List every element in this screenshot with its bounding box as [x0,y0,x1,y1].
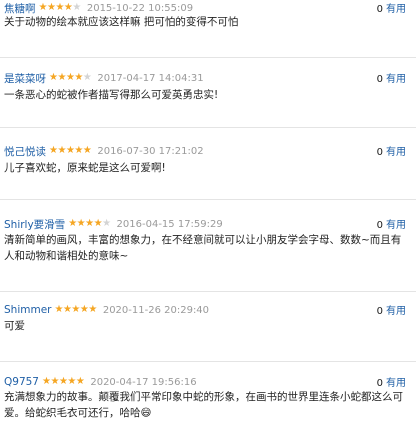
review-item: 悦己悦读 ★★★★★ 2016-07-30 17:21:02 0 有用 儿子喜欢蛇… [0,143,416,200]
review-text: 可爱 [4,320,25,332]
review-item: 是菜菜呀 ★★★★★ 2017-04-17 14:04:31 0 有用 一条恶心的… [0,70,416,128]
useful-vote-button[interactable]: 0 有用 [377,374,406,389]
review-text: 一条恶心的蛇被作者描写得那么可爱英勇忠实! [4,89,219,101]
star-filled-icon: ★ [68,218,77,229]
useful-count: 0 [376,220,383,231]
review-username[interactable]: Shirly要滑雪 [4,217,65,232]
star-filled-icon: ★ [75,376,85,387]
review-username[interactable]: 悦己悦读 [4,144,46,159]
useful-vote-button[interactable]: 0 有用 [377,143,406,158]
star-filled-icon: ★ [74,145,83,156]
rating-stars: ★★★★★ [54,304,97,315]
useful-count: 0 [376,378,383,389]
star-filled-icon: ★ [85,218,94,229]
review-date: 2020-04-17 19:56:16 [90,376,197,388]
star-empty-icon: ★ [72,2,81,13]
review-date: 2020-11-26 20:29:40 [102,304,210,316]
star-filled-icon: ★ [67,376,76,387]
rating-stars: ★★★★★ [68,218,111,229]
useful-vote-button[interactable]: 0 有用 [377,302,406,317]
review-header: 悦己悦读 ★★★★★ 2016-07-30 17:21:02 [4,143,204,159]
review-date: 2016-07-30 17:21:02 [97,145,204,157]
rating-stars: ★★★★★ [42,376,85,387]
review-item: Shirly要滑雪 ★★★★★ 2016-04-15 17:59:29 0 有用 … [0,216,416,292]
review-text: 儿子喜欢蛇，原来蛇是这么可爱啊! [4,162,166,174]
star-filled-icon: ★ [50,376,59,387]
review-date: 2015-10-22 10:55:09 [86,2,194,14]
useful-vote-button[interactable]: 0 有用 [377,70,406,85]
useful-count: 0 [376,74,383,85]
review-username[interactable]: Q9757 [4,376,39,388]
review-header: 是菜菜呀 ★★★★★ 2017-04-17 14:04:31 [4,70,204,86]
review-item: 焦糖啊 ★★★★★ 2015-10-22 10:55:09 0 有用 关于动物的绘… [0,0,416,58]
useful-label[interactable]: 有用 [386,74,406,85]
review-text: 充满想象力的故事。颠覆我们平常印象中蛇的形象，在画书的世界里连条小蛇都这么可爱。… [4,391,403,419]
star-filled-icon: ★ [93,218,103,229]
useful-vote-button[interactable]: 0 有用 [377,216,406,231]
star-filled-icon: ★ [38,2,48,13]
star-filled-icon: ★ [82,145,92,156]
star-filled-icon: ★ [74,72,83,83]
useful-label[interactable]: 有用 [386,306,406,317]
review-text: 关于动物的绘本就应该这样嘛 把可怕的变得不可怕 [4,16,239,28]
rating-stars: ★★★★★ [49,145,92,156]
star-filled-icon: ★ [88,304,97,315]
review-text: 清新简单的画风，丰富的想象力，在不经意间就可以让小朋友学会字母、数数~而且有人和… [4,234,402,262]
review-header: Shimmer ★★★★★ 2020-11-26 20:29:40 [4,302,209,318]
review-header: Shirly要滑雪 ★★★★★ 2016-04-15 17:59:29 [4,216,223,232]
review-username[interactable]: 是菜菜呀 [4,71,46,86]
rating-stars: ★★★★★ [38,2,82,13]
useful-label[interactable]: 有用 [386,147,406,158]
review-item: Shimmer ★★★★★ 2020-11-26 20:29:40 0 有用 可爱 [0,302,416,362]
review-date: 2016-04-15 17:59:29 [116,218,223,230]
useful-vote-button[interactable]: 0 有用 [377,0,406,15]
useful-count: 0 [376,147,383,158]
useful-label[interactable]: 有用 [386,378,406,389]
useful-count: 0 [376,306,383,317]
review-item: Q9757 ★★★★★ 2020-04-17 19:56:16 0 有用 充满想象… [0,374,416,423]
review-header: Q9757 ★★★★★ 2020-04-17 19:56:16 [4,374,197,390]
review-date: 2017-04-17 14:04:31 [97,72,204,84]
star-filled-icon: ★ [54,304,63,315]
star-filled-icon: ★ [55,2,64,13]
star-empty-icon: ★ [82,72,92,83]
star-filled-icon: ★ [71,304,80,315]
rating-stars: ★★★★★ [49,72,92,83]
star-filled-icon: ★ [57,72,66,83]
useful-label[interactable]: 有用 [386,220,406,231]
review-username[interactable]: Shimmer [4,304,51,316]
star-filled-icon: ★ [57,145,66,156]
star-empty-icon: ★ [102,218,111,229]
star-filled-icon: ★ [76,218,86,229]
